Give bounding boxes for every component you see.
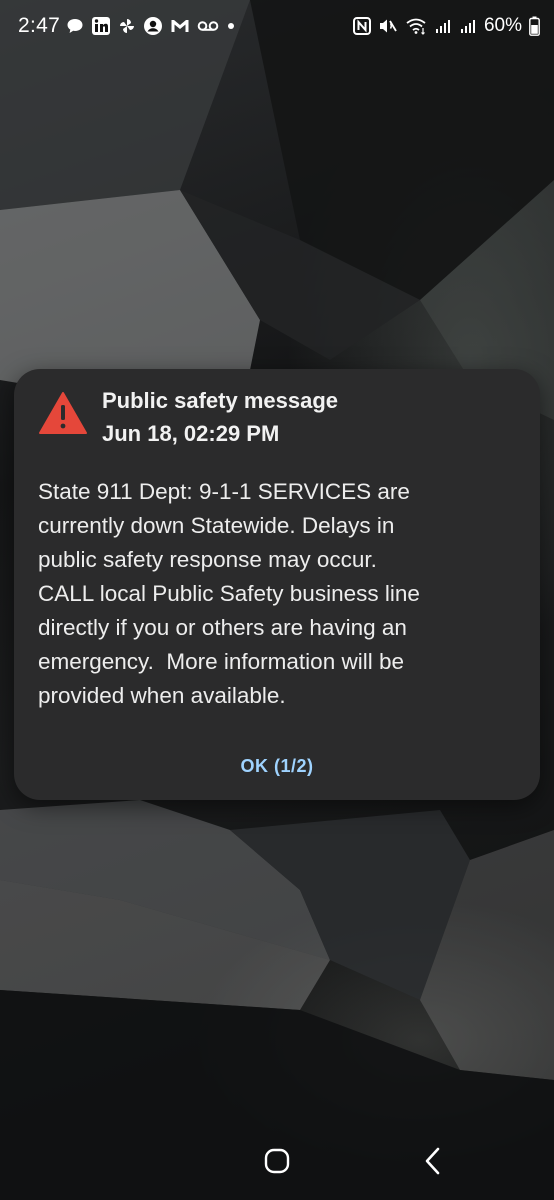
dot-icon [226, 21, 236, 31]
battery-icon [529, 16, 540, 36]
signal-icon [459, 18, 477, 34]
signal-icon [434, 18, 452, 34]
nfc-icon [352, 17, 371, 35]
system-icons: 60% [352, 13, 540, 39]
alert-date: Jun 18, 02:29 PM [102, 421, 280, 446]
voicemail-icon [197, 19, 219, 33]
emergency-alert-dialog: Public safety message Jun 18, 02:29 PM S… [14, 369, 540, 800]
gmail-icon [170, 18, 190, 34]
back-icon[interactable] [420, 1146, 446, 1176]
status-time: 2:47 [18, 14, 61, 37]
warning-triangle-icon [39, 392, 87, 434]
ok-button[interactable]: OK (1/2) [192, 747, 362, 785]
home-icon[interactable] [264, 1148, 290, 1174]
status-bar: 2:47 60% [0, 0, 554, 56]
alert-message: State 911 Dept: 9-1-1 SERVICES are curre… [38, 479, 420, 708]
pinwheel-icon [118, 17, 136, 35]
account-icon [143, 16, 163, 36]
linkedin-icon [91, 16, 111, 36]
wifi-icon [405, 17, 427, 35]
navigation-bar [0, 1130, 554, 1200]
battery-percent: 60% [483, 15, 522, 36]
chat-bubble-icon [66, 17, 84, 35]
notification-icons [66, 14, 236, 38]
lock-screen: 2:47 60% Public safety message Jun 18, 0… [0, 0, 554, 1200]
mute-icon [378, 17, 398, 35]
alert-title: Public safety message [102, 388, 339, 413]
